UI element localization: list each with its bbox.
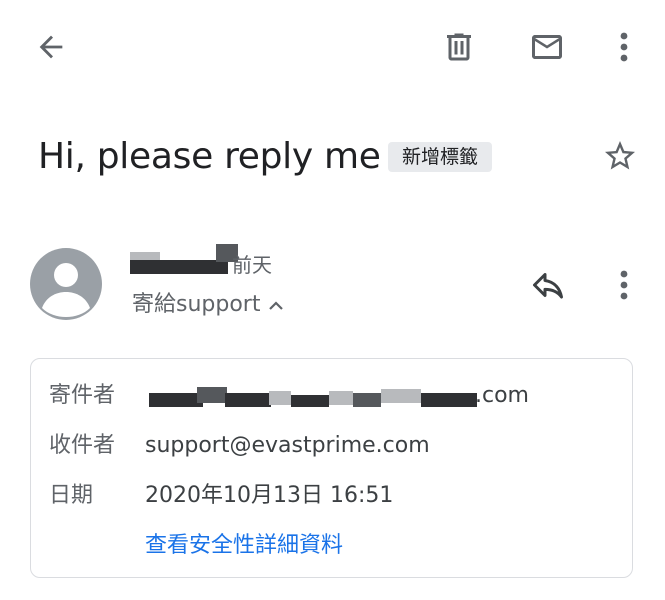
sender-avatar[interactable]: [30, 248, 102, 320]
trash-icon: [447, 33, 471, 61]
to-label: 收件者: [49, 433, 116, 458]
reply-icon: [533, 273, 563, 299]
more-vert-icon: [620, 270, 628, 300]
recipient-summary-toggle[interactable]: 寄給support: [132, 290, 284, 320]
to-value: support@evastprime.com: [145, 433, 430, 458]
message-details-card: 寄件者 .com 收件者 support@evastprime.com 日期 2…: [30, 358, 633, 578]
from-value-redacted: .com: [145, 381, 565, 411]
more-options-button[interactable]: [606, 24, 642, 70]
arrow-back-icon: [39, 35, 63, 59]
email-subject: Hi, please reply me: [38, 136, 381, 177]
email-view: Hi, please reply me 新增標籤 前天 寄給support 寄件…: [0, 0, 665, 600]
date-label: 日期: [49, 483, 94, 508]
star-outline-icon: [605, 141, 635, 170]
more-vert-icon: [620, 32, 628, 62]
mail-icon: [532, 35, 562, 59]
star-button[interactable]: [598, 134, 642, 178]
chevron-up-icon: [268, 290, 284, 320]
back-button[interactable]: [28, 24, 74, 70]
received-time: 前天: [232, 253, 272, 277]
from-label: 寄件者: [49, 383, 116, 408]
reply-button[interactable]: [524, 262, 572, 308]
message-more-options-button[interactable]: [606, 262, 642, 308]
person-icon: [42, 263, 90, 317]
sender-name-redacted: [130, 244, 240, 276]
view-security-details-link[interactable]: 查看安全性詳細資料: [145, 531, 343, 561]
date-value: 2020年10月13日 16:51: [145, 483, 394, 508]
add-label-chip[interactable]: 新增標籤: [388, 142, 493, 172]
mark-unread-button[interactable]: [522, 24, 572, 70]
delete-button[interactable]: [436, 24, 482, 70]
recipient-summary-text: 寄給support: [132, 292, 261, 317]
from-value-suffix: .com: [475, 383, 529, 408]
